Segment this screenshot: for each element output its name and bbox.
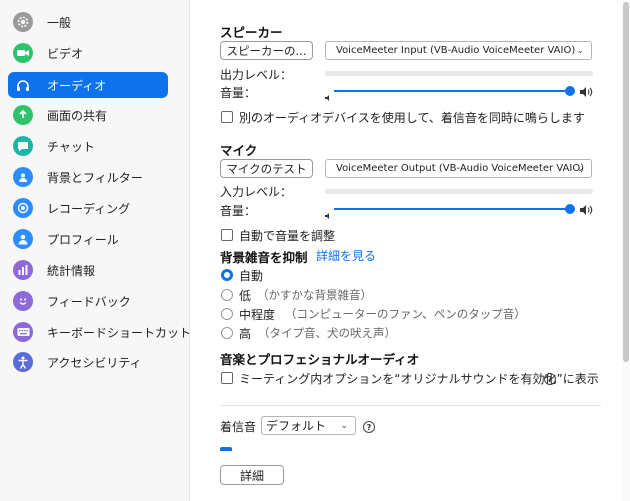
sidebar-item[interactable]: 一般 xyxy=(8,9,168,35)
clipped-option-checkbox[interactable] xyxy=(220,447,232,451)
settings-sidebar: 一般ビデオオーディオ画面の共有チャット背景とフィルター レコーディング プロフィール… xyxy=(0,0,191,501)
sidebar-item[interactable]: 統計情報 xyxy=(8,257,168,283)
sidebar-item-label: アクセシビリティ xyxy=(47,355,142,370)
input-level-meter xyxy=(325,189,593,194)
sidebar-item-label: 一般 xyxy=(47,15,72,30)
noise-learn-more-link[interactable]: 詳細を見る xyxy=(316,247,376,264)
sidebar-item[interactable]: キーボードショートカット xyxy=(8,319,191,345)
noise-option-radio[interactable] xyxy=(221,327,233,339)
sidebar-item[interactable]: アクセシビリティ xyxy=(8,349,168,375)
ringtone-select[interactable]: デフォルト ⌄ xyxy=(261,416,356,435)
sidebar-item-label: 画面の共有 xyxy=(47,108,108,123)
statistics-icon xyxy=(13,260,33,280)
help-icon[interactable]: ? xyxy=(363,421,375,433)
section-divider xyxy=(220,405,601,406)
noise-option-note: （コンピューターのファン、ペンのタップ音） xyxy=(285,307,526,321)
speaker-device-select[interactable]: VoiceMeeter Input (VB-Audio VoiceMeeter … xyxy=(325,41,592,60)
sidebar-item[interactable]: チャット xyxy=(8,133,168,159)
volume-low-icon xyxy=(325,208,331,222)
mic-device-select[interactable]: VoiceMeeter Output (VB-Audio VoiceMeeter… xyxy=(325,159,592,178)
help-icon[interactable]: ? xyxy=(544,373,556,385)
sidebar-item[interactable]: フィードバック xyxy=(8,288,168,314)
video-camera-icon xyxy=(13,43,33,63)
noise-option-note: （かすかな背景雑音） xyxy=(257,288,372,302)
auto-adjust-volume-checkbox[interactable] xyxy=(221,229,233,241)
sidebar-item[interactable]: 背景とフィルター xyxy=(8,164,168,190)
noise-option-radio[interactable] xyxy=(221,308,233,320)
sidebar-item[interactable]: プロフィール xyxy=(8,226,168,252)
test-speaker-button[interactable]: スピーカーの... xyxy=(220,41,313,60)
sidebar-item-label: レコーディング xyxy=(47,201,131,216)
sidebar-item[interactable]: 画面の共有 xyxy=(8,102,168,128)
profile-icon xyxy=(13,229,33,249)
sidebar-item-label: キーボードショートカット xyxy=(47,325,192,340)
volume-high-icon xyxy=(580,86,593,100)
keyboard-icon xyxy=(13,322,33,342)
speaker-device-value: VoiceMeeter Input (VB-Audio VoiceMeeter … xyxy=(336,45,576,56)
accessibility-icon xyxy=(13,352,33,372)
noise-option-label: 中程度 xyxy=(239,308,276,322)
noise-option-label: 高 xyxy=(239,327,252,341)
input-level-label: 入力レベル： xyxy=(220,185,293,199)
background-filter-icon xyxy=(13,167,33,187)
share-screen-icon xyxy=(13,105,33,125)
sidebar-item-label: プロフィール xyxy=(47,232,119,247)
sidebar-item[interactable]: レコーディング xyxy=(8,195,168,221)
noise-option-label: 自動 xyxy=(239,269,264,283)
noise-suppression-title: 背景雑音を抑制 xyxy=(220,250,308,265)
noise-option-radio[interactable] xyxy=(221,289,233,301)
record-icon xyxy=(13,198,33,218)
scrollbar[interactable] xyxy=(622,0,630,501)
auto-adjust-volume-label: 自動で音量を調整 xyxy=(239,229,336,243)
separate-ringtone-device-label: 別のオーディオデバイスを使用して、着信音を同時に鳴らします xyxy=(239,111,585,125)
sidebar-item-label: チャット xyxy=(47,139,95,154)
volume-low-icon xyxy=(325,90,331,104)
audio-settings-panel: スピーカー スピーカーの... VoiceMeeter Input (VB-Au… xyxy=(191,0,630,501)
mic-volume-label: 音量： xyxy=(220,204,257,218)
speaker-section-title: スピーカー xyxy=(220,25,283,40)
chevron-down-icon: ⌄ xyxy=(340,420,348,431)
gear-icon xyxy=(13,12,33,32)
chevron-down-icon: ⌄ xyxy=(576,45,584,56)
speaker-volume-slider[interactable] xyxy=(325,85,593,101)
original-sound-checkbox[interactable] xyxy=(221,372,233,384)
mic-volume-track xyxy=(334,208,570,210)
noise-option-radio[interactable] xyxy=(221,269,233,281)
mic-volume-thumb[interactable] xyxy=(565,204,575,214)
scrollbar-thumb[interactable] xyxy=(623,2,629,362)
sidebar-item-label: オーディオ xyxy=(47,78,107,93)
sidebar-item-label: フィードバック xyxy=(47,294,131,309)
chat-bubble-icon xyxy=(13,136,33,156)
clipped-option-row xyxy=(220,447,580,451)
noise-option-note: （タイプ音、犬の吠え声） xyxy=(258,326,396,340)
mic-section-title: マイク xyxy=(220,143,258,158)
sidebar-item[interactable]: ビデオ xyxy=(8,40,168,66)
details-button[interactable]: 詳細 xyxy=(220,465,284,485)
test-mic-button[interactable]: マイクのテスト xyxy=(220,159,313,178)
mic-volume-slider[interactable] xyxy=(325,203,593,219)
feedback-smile-icon xyxy=(13,291,33,311)
sidebar-item-label: ビデオ xyxy=(47,46,84,61)
volume-high-icon xyxy=(580,204,593,218)
output-level-meter xyxy=(325,71,593,76)
speaker-volume-track xyxy=(334,90,570,92)
speaker-volume-thumb[interactable] xyxy=(565,86,575,96)
sidebar-item[interactable]: オーディオ xyxy=(8,72,168,98)
output-level-label: 出力レベル： xyxy=(220,68,293,82)
mic-device-value: VoiceMeeter Output (VB-Audio VoiceMeeter… xyxy=(336,163,585,174)
sidebar-item-label: 背景とフィルター xyxy=(47,170,143,185)
separate-ringtone-device-checkbox[interactable] xyxy=(221,111,233,123)
sidebar-item-label: 統計情報 xyxy=(47,263,96,278)
ringtone-label: 着信音 xyxy=(220,420,257,434)
headphones-icon xyxy=(13,75,33,95)
chevron-down-icon: ⌄ xyxy=(576,163,584,174)
noise-option-label: 低 xyxy=(239,289,252,303)
ringtone-value: デフォルト xyxy=(266,419,327,433)
speaker-volume-label: 音量： xyxy=(220,86,257,100)
music-section-title: 音楽とプロフェショナルオーディオ xyxy=(220,352,420,367)
